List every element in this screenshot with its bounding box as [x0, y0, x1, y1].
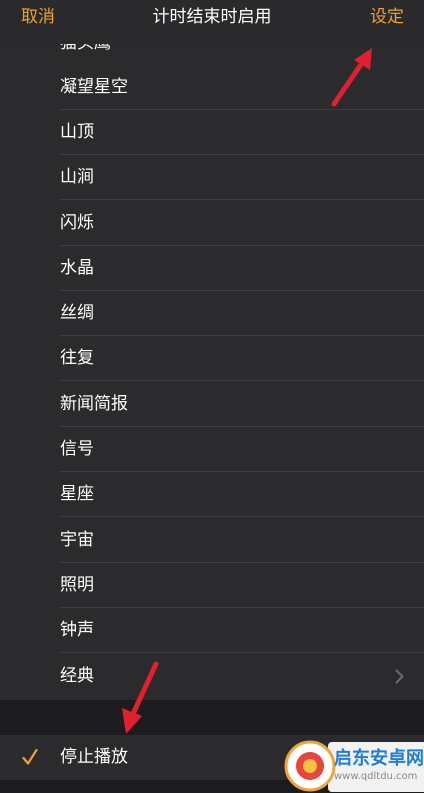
list-item[interactable]: 星座: [0, 472, 424, 517]
sound-list: 猫头鹰 凝望星空 山顶 山涧 闪烁 水晶 丝绸 往复 新闻简报 信号 星座: [0, 44, 424, 700]
row-separator: [60, 652, 424, 653]
list-item[interactable]: 钟声: [0, 608, 424, 653]
set-button[interactable]: 设定: [370, 6, 404, 28]
list-item-label: 水晶: [60, 258, 94, 278]
list-item[interactable]: 闪烁: [0, 201, 424, 246]
annotation-arrow-icon: [331, 48, 372, 107]
watermark-logo-icon: [284, 740, 336, 792]
list-item[interactable]: 宇宙: [0, 518, 424, 563]
row-separator: [60, 380, 424, 381]
list-item-label: 山顶: [60, 122, 94, 142]
row-separator: [60, 516, 424, 517]
list-item[interactable]: 照明: [0, 563, 424, 608]
list-item-label: 新闻简报: [60, 394, 128, 414]
list-item-label: 经典: [60, 666, 94, 686]
navigation-bar: 取消 计时结束时启用 设定: [0, 0, 424, 44]
list-item-label: 猫头鹰: [60, 44, 111, 54]
list-item-label: 信号: [60, 439, 94, 459]
list-item-label: 照明: [60, 575, 94, 595]
list-item[interactable]: 水晶: [0, 246, 424, 291]
stop-playback-label: 停止播放: [60, 747, 128, 767]
chevron-right-icon: [395, 669, 404, 684]
list-item-label: 山涧: [60, 167, 94, 187]
list-item[interactable]: 山涧: [0, 155, 424, 200]
watermark: 启东安卓网 www.qdltdu.com: [284, 738, 424, 793]
list-item-label: 宇宙: [60, 530, 94, 550]
list-item-classic[interactable]: 经典: [0, 654, 424, 699]
checkmark-icon: [22, 748, 38, 765]
section-gap: [0, 700, 424, 735]
list-item[interactable]: 信号: [0, 427, 424, 472]
list-item[interactable]: 山顶: [0, 110, 424, 155]
list-item[interactable]: 往复: [0, 336, 424, 381]
page-title: 计时结束时启用: [152, 7, 272, 27]
list-item-label: 凝望星空: [60, 77, 128, 97]
list-item-label: 往复: [60, 348, 94, 368]
annotation-arrow-icon: [122, 661, 159, 734]
list-item[interactable]: 丝绸: [0, 291, 424, 336]
list-item-label: 丝绸: [60, 303, 94, 323]
list-item-label: 闪烁: [60, 213, 94, 233]
list-item-label: 星座: [60, 484, 94, 504]
list-item-label: 钟声: [60, 620, 94, 640]
row-separator: [60, 199, 424, 200]
watermark-title: 启东安卓网: [334, 748, 424, 769]
watermark-url: www.qdltdu.com: [334, 771, 418, 782]
list-item[interactable]: 新闻简报: [0, 382, 424, 427]
